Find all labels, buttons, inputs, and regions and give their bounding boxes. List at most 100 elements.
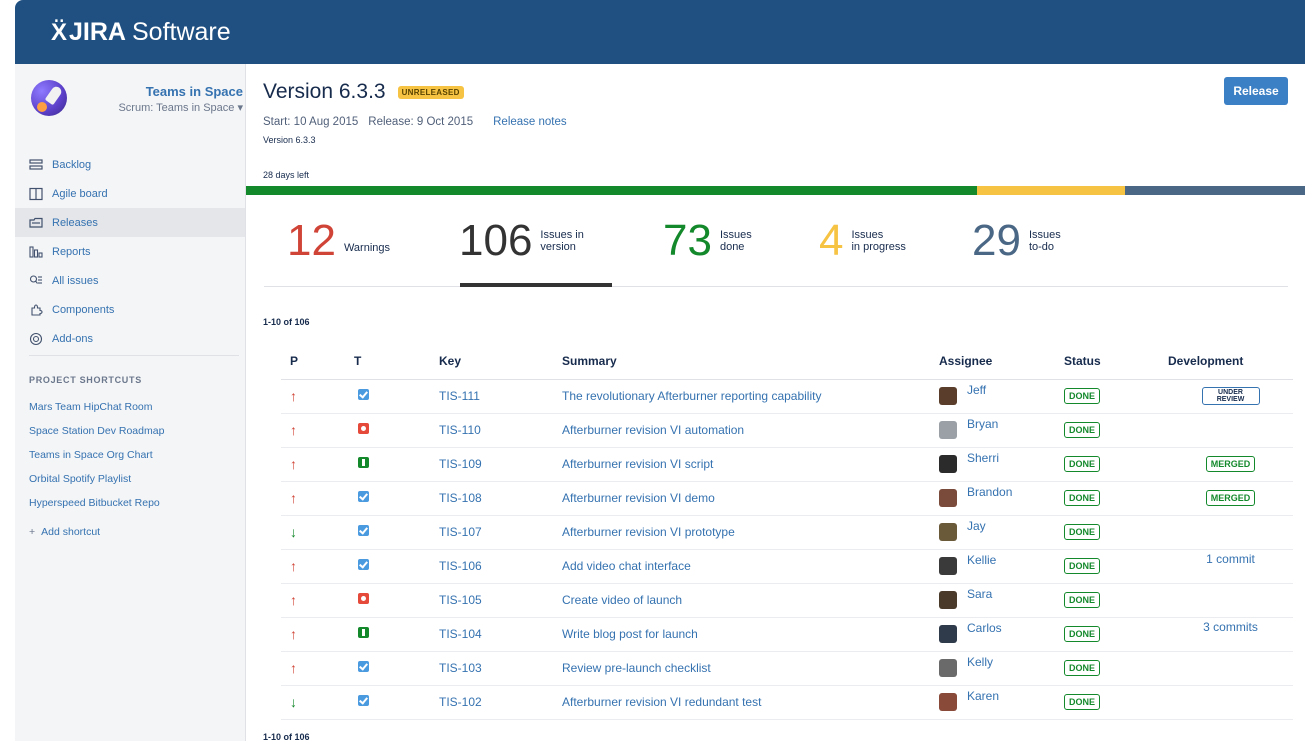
issue-key-link[interactable]: TIS-103 [439,661,482,675]
assignee[interactable]: Sara [939,585,1064,609]
column-header-status[interactable]: Status [1064,344,1168,380]
table-row[interactable]: ↓ TIS-102 Afterburner revision VI redundan… [281,685,1293,720]
sidebar-item-agile-board[interactable]: Agile board [15,179,245,208]
selected-stat-indicator [460,283,612,287]
column-header-type[interactable]: T [354,344,439,380]
top-navigation-bar: Ẍ JIRA Software [15,0,1305,64]
stat-label: Warnings [343,242,391,254]
project-sidebar: Teams in Space Scrum: Teams in Space ▾ B… [15,64,246,741]
stats-divider [264,286,1288,287]
assignee[interactable]: Karen [939,687,1064,711]
sidebar-item-add-ons[interactable]: Add-ons [15,324,245,353]
shortcut-link[interactable]: Mars Team HipChat Room [29,395,239,419]
issue-summary-link[interactable]: Add video chat interface [562,559,691,573]
add-shortcut-link[interactable]: + Add shortcut [29,526,100,538]
issue-key-link[interactable]: TIS-105 [439,593,482,607]
assignee-avatar [939,659,957,677]
issue-summary-link[interactable]: The revolutionary Afterburner reporting … [562,389,821,403]
bug-type-icon [358,593,369,604]
page-title: Version 6.3.3 [263,80,386,103]
commit-count-link[interactable]: 3 commits [1203,620,1258,634]
table-row[interactable]: ↑ TIS-103 Review pre-launch checklist Kelly… [281,651,1293,686]
app-window: Ẍ JIRA Software Teams in Space Scrum: Te… [0,0,1305,741]
issue-summary-link[interactable]: Afterburner revision VI prototype [562,525,735,539]
assignee[interactable]: Jay [939,517,1064,541]
sidebar-item-label: Components [52,303,115,316]
assignee[interactable]: Brandon [939,483,1064,507]
shortcut-link[interactable]: Teams in Space Org Chart [29,443,239,467]
assignee[interactable]: Carlos [939,619,1064,643]
issue-key-link[interactable]: TIS-102 [439,695,482,709]
stat-issues-in-version[interactable]: 106 Issues in version [459,216,584,266]
status-badge: DONE [1064,422,1101,438]
under-review-badge[interactable]: UNDER REVIEW [1201,387,1260,405]
issue-key-link[interactable]: TIS-111 [439,389,480,403]
priority-low-arrow-icon: ↓ [290,524,297,540]
assignee[interactable]: Bryan [939,415,1064,439]
jira-logo-icon: Ẍ [51,18,68,46]
project-shortcuts-list: Mars Team HipChat Room Space Station Dev… [29,395,239,515]
column-header-assignee[interactable]: Assignee [939,344,1064,380]
assignee-avatar [939,557,957,575]
project-name[interactable]: Teams in Space [83,84,243,99]
release-date: Release: 9 Oct 2015 [368,116,474,128]
table-row[interactable]: ↑ TIS-108 Afterburner revision VI demo Bran… [281,481,1293,516]
release-button[interactable]: Release [1224,77,1288,105]
sidebar-divider [29,355,239,356]
sidebar-item-label: Reports [52,245,91,258]
table-row[interactable]: ↑ TIS-106 Add video chat interface Kellie DO… [281,549,1293,584]
table-row[interactable]: ↓ TIS-107 Afterburner revision VI prototyp… [281,515,1293,550]
issue-key-link[interactable]: TIS-108 [439,491,482,505]
release-notes-link[interactable]: Release notes [493,116,567,128]
issue-key-link[interactable]: TIS-107 [439,525,482,539]
sidebar-item-reports[interactable]: Reports [15,237,245,266]
issue-key-link[interactable]: TIS-106 [439,559,482,573]
board-selector[interactable]: Scrum: Teams in Space ▾ [83,101,243,114]
commit-count-link[interactable]: 1 commit [1206,552,1255,566]
issue-summary-link[interactable]: Afterburner revision VI redundant test [562,695,761,709]
column-header-priority[interactable]: P [281,344,354,380]
issue-summary-link[interactable]: Afterburner revision VI demo [562,491,715,505]
table-row[interactable]: ↑ TIS-105 Create video of launch Sara DONE [281,583,1293,618]
jira-software-logo[interactable]: Ẍ JIRA Software [51,18,231,47]
shortcut-link[interactable]: Orbital Spotify Playlist [29,467,239,491]
logo-product-text: Software [131,18,231,46]
issue-key-link[interactable]: TIS-104 [439,627,482,641]
issue-summary-link[interactable]: Create video of launch [562,593,682,607]
table-row[interactable]: ↑ TIS-111 The revolutionary Afterburner re… [281,379,1293,414]
assignee[interactable]: Jeff [939,381,1064,405]
merged-badge[interactable]: MERGED [1205,490,1256,506]
issue-key-link[interactable]: TIS-110 [439,423,481,437]
issue-summary-link[interactable]: Write blog post for launch [562,627,698,641]
merged-badge[interactable]: MERGED [1205,456,1256,472]
stat-warnings[interactable]: 12 Warnings [287,216,390,266]
assignee[interactable]: Kelly [939,653,1064,677]
sidebar-item-backlog[interactable]: Backlog [15,150,245,179]
stat-label: Issues in progress [851,229,906,253]
stat-issues-in-progress[interactable]: 4 Issues in progress [819,216,906,266]
table-row[interactable]: ↑ TIS-110 Afterburner revision VI automati… [281,413,1293,448]
assignee[interactable]: Kellie [939,551,1064,575]
project-header[interactable]: Teams in Space Scrum: Teams in Space ▾ [31,78,243,128]
issue-summary-link[interactable]: Afterburner revision VI script [562,457,713,471]
column-header-key[interactable]: Key [439,344,562,380]
table-row[interactable]: ↑ TIS-109 Afterburner revision VI script Sh… [281,447,1293,482]
table-row[interactable]: ↑ TIS-104 Write blog post for launch Carlos… [281,617,1293,652]
issue-summary-link[interactable]: Afterburner revision VI automation [562,423,744,437]
priority-high-arrow-icon: ↑ [290,456,297,472]
stat-issues-done[interactable]: 73 Issues done [663,216,752,266]
assignee[interactable]: Sherri [939,449,1064,473]
shortcut-link[interactable]: Space Station Dev Roadmap [29,419,239,443]
stat-issues-to-do[interactable]: 29 Issues to-do [972,216,1061,266]
shortcut-link[interactable]: Hyperspeed Bitbucket Repo [29,491,239,515]
sidebar-item-components[interactable]: Components [15,295,245,324]
column-header-summary[interactable]: Summary [562,344,939,380]
version-title-row: Version 6.3.3 UNRELEASED [263,80,464,104]
sidebar-item-releases[interactable]: Releases [15,208,245,237]
issue-key-link[interactable]: TIS-109 [439,457,482,471]
issue-summary-link[interactable]: Review pre-launch checklist [562,661,711,675]
release-details: Version 6.3.3 UNRELEASED Release Start: … [246,64,1305,741]
sidebar-item-all-issues[interactable]: All issues [15,266,245,295]
stat-value: 4 [819,216,844,265]
column-header-development[interactable]: Development [1168,344,1293,380]
